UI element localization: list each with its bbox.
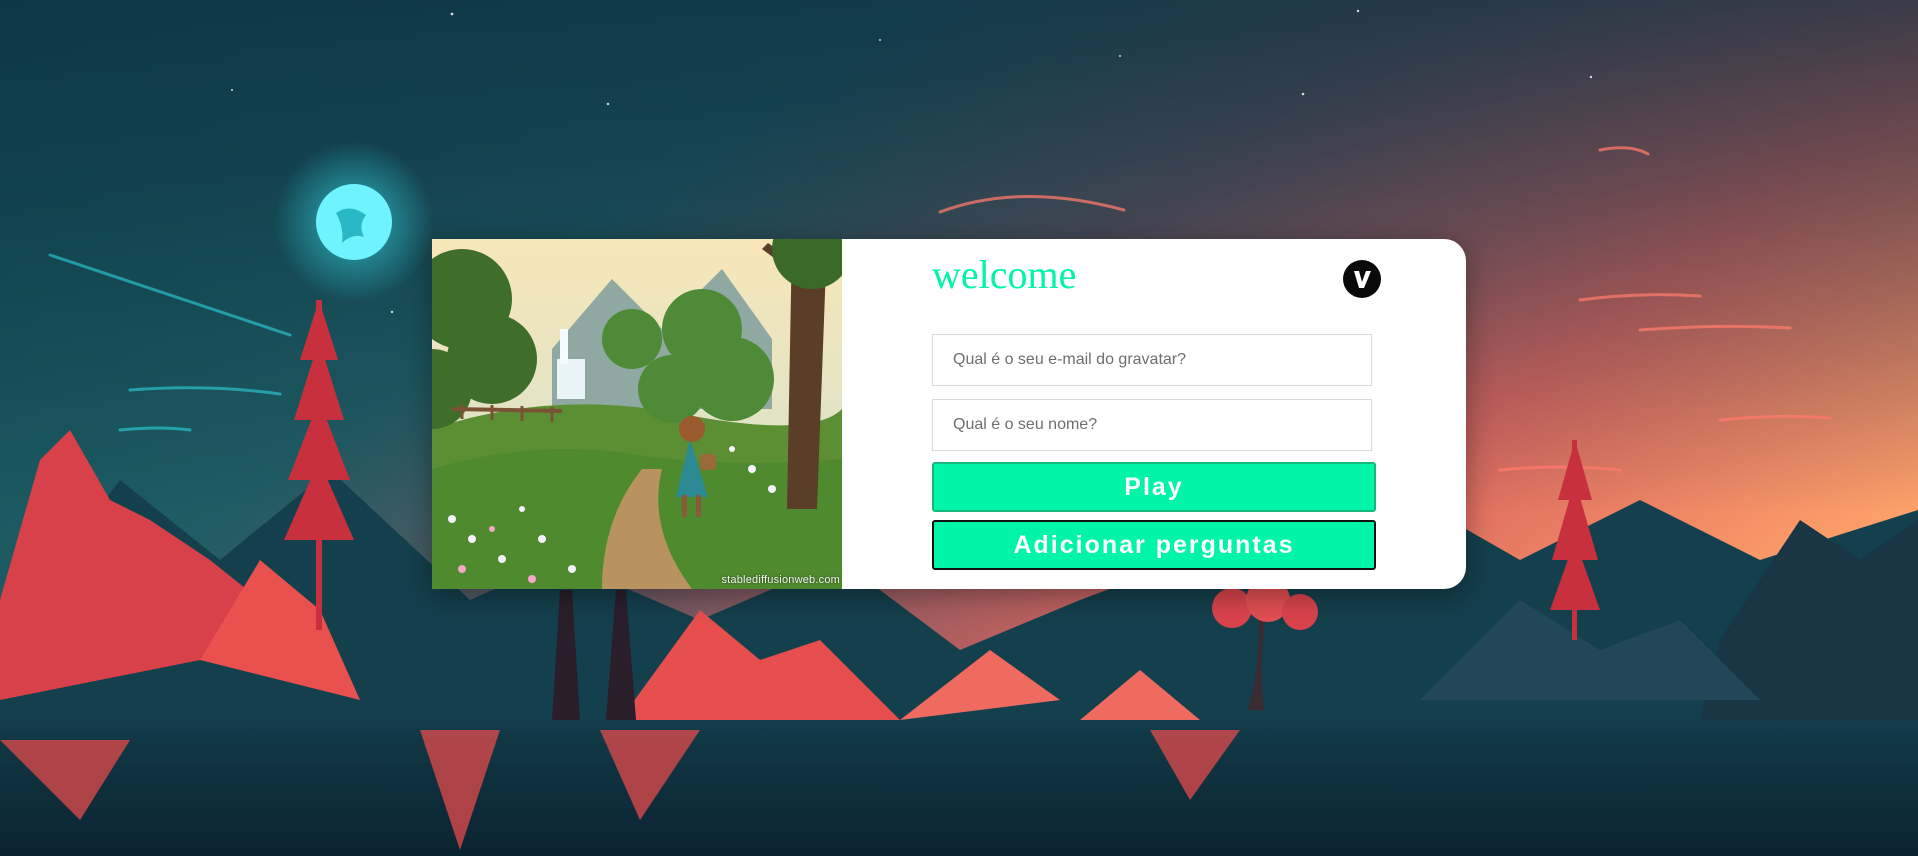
login-card: stablediffusionweb.com welcome Play Adic… xyxy=(432,239,1466,589)
image-watermark: stablediffusionweb.com xyxy=(721,574,840,586)
play-button[interactable]: Play xyxy=(932,462,1376,512)
card-illustration: stablediffusionweb.com xyxy=(432,239,842,589)
welcome-title: welcome xyxy=(932,252,1077,297)
gravatar-email-input[interactable] xyxy=(932,334,1372,386)
add-questions-button[interactable]: Adicionar perguntas xyxy=(932,520,1376,570)
player-name-input[interactable] xyxy=(932,399,1372,451)
v-logo-icon xyxy=(1343,260,1381,298)
